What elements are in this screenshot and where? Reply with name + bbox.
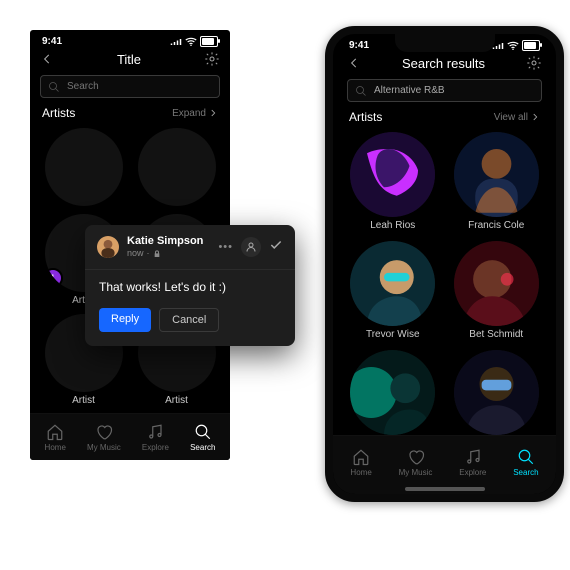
section-header: Artists View all	[333, 108, 556, 126]
commenter-name: Katie Simpson	[127, 235, 203, 248]
search-icon	[355, 85, 367, 97]
comment-footer: Reply Cancel	[85, 298, 295, 346]
notch	[395, 34, 495, 52]
heart-icon	[407, 448, 425, 466]
artist-grid: Leah Rios Francis Cole Trevor Wise Bet S…	[333, 126, 556, 435]
back-icon[interactable]	[40, 52, 54, 66]
artist-cell[interactable]	[451, 350, 543, 435]
check-icon[interactable]	[269, 238, 283, 255]
lock-icon	[153, 250, 161, 258]
chevron-right-icon	[530, 112, 540, 122]
title-bar: Title	[30, 47, 230, 71]
search-input[interactable]	[372, 84, 534, 97]
battery-icon	[522, 40, 540, 51]
comment-actions: •••	[218, 237, 283, 257]
section-title: Artists	[349, 110, 382, 124]
artist-avatar	[350, 241, 435, 326]
search-field[interactable]	[347, 79, 542, 102]
artist-avatar	[454, 350, 539, 435]
signal-icon	[170, 38, 182, 46]
search-field[interactable]	[40, 75, 220, 98]
artist-name: Francis Cole	[468, 220, 524, 231]
status-bar: 9:41	[30, 30, 230, 47]
comment-header: Katie Simpson now · •••	[85, 225, 295, 269]
wifi-icon	[507, 41, 519, 50]
reply-button[interactable]: Reply	[99, 308, 151, 332]
artist-cell[interactable]: Francis Cole	[451, 132, 543, 231]
comment-time: now ·	[127, 248, 203, 259]
tab-search[interactable]: Search	[190, 423, 215, 452]
page-title: Search results	[402, 56, 485, 71]
tab-explore[interactable]: Explore	[142, 423, 169, 452]
artist-name: Artist	[72, 395, 95, 406]
chevron-right-icon	[208, 108, 218, 118]
artist-cell[interactable]	[347, 350, 439, 435]
artist-cell[interactable]	[42, 128, 125, 206]
artist-name: Trevor Wise	[366, 329, 420, 340]
artist-name: Bet Schmidt	[469, 329, 523, 340]
tab-bar: Home My Music Explore Search	[333, 435, 556, 494]
search-icon	[48, 81, 60, 93]
music-note-icon	[146, 423, 164, 441]
home-icon	[352, 448, 370, 466]
section-header: Artists Expand	[30, 104, 230, 122]
status-icons	[492, 40, 540, 51]
artist-avatar-placeholder	[45, 128, 123, 206]
battery-icon	[200, 36, 218, 47]
search-icon	[194, 423, 212, 441]
back-icon[interactable]	[347, 56, 361, 70]
artist-name: Artist	[165, 395, 188, 406]
cancel-button[interactable]: Cancel	[159, 308, 219, 332]
user-icon[interactable]	[241, 237, 261, 257]
tab-home[interactable]: Home	[45, 423, 66, 452]
artist-avatar	[350, 350, 435, 435]
expand-link[interactable]: Expand	[172, 108, 218, 119]
phone-screen-right: 9:41 Search results Artists View all Lea…	[325, 26, 564, 502]
artist-cell[interactable]	[135, 128, 218, 206]
settings-icon[interactable]	[526, 55, 542, 71]
artist-cell[interactable]: Leah Rios	[347, 132, 439, 231]
title-bar: Search results	[333, 51, 556, 75]
artist-avatar-placeholder	[138, 128, 216, 206]
status-icons	[170, 36, 218, 47]
notification-badge: 1	[45, 268, 63, 288]
comment-meta: Katie Simpson now ·	[127, 235, 203, 259]
view-all-link[interactable]: View all	[494, 112, 540, 123]
section-title: Artists	[42, 106, 75, 120]
more-icon[interactable]: •••	[218, 241, 233, 253]
tab-my-music[interactable]: My Music	[399, 448, 433, 477]
wifi-icon	[185, 37, 197, 46]
comment-body: That works! Let's do it :)	[85, 270, 295, 298]
home-icon	[46, 423, 64, 441]
search-icon	[517, 448, 535, 466]
tab-my-music[interactable]: My Music	[87, 423, 121, 452]
artist-avatar	[454, 132, 539, 217]
artist-avatar	[350, 132, 435, 217]
artist-avatar	[454, 241, 539, 326]
page-title: Title	[117, 52, 141, 67]
heart-icon	[95, 423, 113, 441]
music-note-icon	[464, 448, 482, 466]
tab-home[interactable]: Home	[350, 448, 371, 477]
status-time: 9:41	[349, 40, 369, 51]
search-input[interactable]	[65, 80, 212, 93]
home-indicator	[405, 487, 485, 491]
comment-card: Katie Simpson now · ••• That works! Let'…	[85, 225, 295, 346]
settings-icon[interactable]	[204, 51, 220, 67]
tab-explore[interactable]: Explore	[459, 448, 486, 477]
status-time: 9:41	[42, 36, 62, 47]
artist-cell[interactable]: Bet Schmidt	[451, 241, 543, 340]
tab-search[interactable]: Search	[513, 448, 538, 477]
artist-name: Leah Rios	[370, 220, 415, 231]
avatar	[97, 236, 119, 258]
artist-cell[interactable]: Trevor Wise	[347, 241, 439, 340]
tab-bar: Home My Music Explore Search	[30, 413, 230, 460]
